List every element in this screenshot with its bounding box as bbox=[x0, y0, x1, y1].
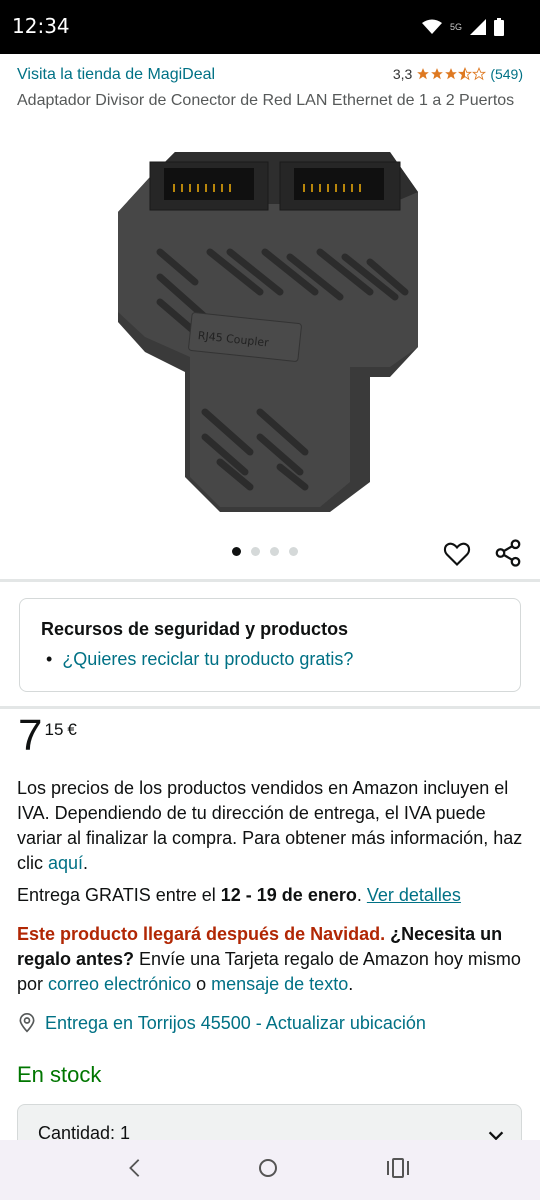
star-full-icon bbox=[445, 68, 458, 80]
quantity-label: Cantidad: 1 bbox=[38, 1123, 131, 1140]
signal-icon bbox=[470, 19, 486, 35]
vat-info-link[interactable]: aquí bbox=[48, 853, 83, 873]
sms-gift-link[interactable]: mensaje de texto bbox=[211, 974, 348, 994]
price: 7 15 € bbox=[18, 714, 77, 758]
christmas-or: o bbox=[191, 974, 212, 994]
chevron-down-icon bbox=[488, 1131, 504, 1140]
battery-icon bbox=[494, 18, 504, 36]
star-full-icon bbox=[417, 68, 430, 80]
carousel-dot[interactable] bbox=[232, 547, 241, 556]
section-divider bbox=[0, 706, 540, 709]
delivery-details-link[interactable]: Ver detalles bbox=[367, 885, 461, 905]
location-pin-icon bbox=[19, 1013, 35, 1033]
star-rating bbox=[416, 67, 487, 81]
delivery-info: Entrega GRATIS entre el 12 - 19 de enero… bbox=[17, 883, 527, 908]
status-icons: 5G bbox=[421, 14, 504, 40]
star-full-icon bbox=[431, 68, 444, 80]
location-text[interactable]: Entrega en Torrijos 45500 - Actualizar u… bbox=[45, 1013, 426, 1034]
carousel-dot[interactable] bbox=[251, 547, 260, 556]
android-nav-bar bbox=[0, 1140, 540, 1200]
share-icon[interactable] bbox=[493, 538, 523, 568]
home-icon[interactable] bbox=[256, 1156, 280, 1180]
rating-count: (549) bbox=[490, 66, 523, 82]
delivery-dates: 12 - 19 de enero bbox=[220, 885, 357, 905]
heart-icon[interactable] bbox=[442, 540, 472, 568]
delivery-prefix: Entrega GRATIS entre el bbox=[17, 885, 221, 905]
quantity-select[interactable]: Cantidad: 1 bbox=[17, 1104, 522, 1140]
wifi-icon bbox=[421, 19, 442, 34]
recents-icon[interactable] bbox=[386, 1156, 410, 1180]
vat-text: Los precios de los productos vendidos en… bbox=[17, 778, 523, 873]
stock-status: En stock bbox=[17, 1062, 102, 1087]
store-row: Visita la tienda de MagiDeal 3,3 (549) bbox=[17, 66, 523, 90]
store-link[interactable]: Visita la tienda de MagiDeal bbox=[17, 66, 215, 84]
vat-info: Los precios de los productos vendidos en… bbox=[17, 776, 527, 876]
safety-resources-card: Recursos de seguridad y productos • ¿Qui… bbox=[19, 598, 521, 692]
delivery-dot: . bbox=[356, 885, 367, 905]
recycle-link-item[interactable]: • ¿Quieres reciclar tu producto gratis? bbox=[46, 649, 353, 670]
price-currency: € bbox=[67, 720, 77, 739]
bullet-icon: • bbox=[46, 649, 53, 669]
status-bar: 12:34 5G bbox=[0, 0, 540, 54]
delivery-location[interactable]: Entrega en Torrijos 45500 - Actualizar u… bbox=[17, 1012, 426, 1034]
christmas-end: . bbox=[348, 974, 354, 994]
image-carousel-dots bbox=[232, 547, 298, 556]
carousel-dot[interactable] bbox=[270, 547, 279, 556]
price-fraction: 15 bbox=[44, 720, 64, 739]
email-gift-link[interactable]: correo electrónico bbox=[48, 974, 191, 994]
star-half-icon bbox=[458, 67, 473, 81]
network-type: 5G bbox=[449, 22, 462, 32]
christmas-warning: Este producto llegará después de Navidad… bbox=[17, 924, 386, 944]
back-icon[interactable] bbox=[124, 1156, 146, 1180]
product-title: Adaptador Divisor de Conector de Red LAN… bbox=[17, 92, 515, 109]
safety-title: Recursos de seguridad y productos bbox=[41, 619, 349, 639]
rating-value: 3,3 bbox=[392, 66, 413, 82]
product-page: Visita la tienda de MagiDeal 3,3 (549) A… bbox=[0, 54, 540, 1140]
vat-end: . bbox=[83, 853, 89, 873]
recycle-link[interactable]: ¿Quieres reciclar tu producto gratis? bbox=[62, 649, 353, 670]
section-divider bbox=[0, 579, 540, 582]
rating[interactable]: 3,3 (549) bbox=[393, 66, 523, 82]
christmas-notice: Este producto llegará después de Navidad… bbox=[17, 922, 527, 997]
price-whole: 7 bbox=[18, 711, 43, 760]
carousel-dot[interactable] bbox=[289, 547, 298, 556]
star-empty-icon bbox=[472, 67, 487, 81]
status-time: 12:34 bbox=[12, 14, 70, 38]
product-image[interactable]: RJ45 Coupler bbox=[90, 132, 450, 512]
